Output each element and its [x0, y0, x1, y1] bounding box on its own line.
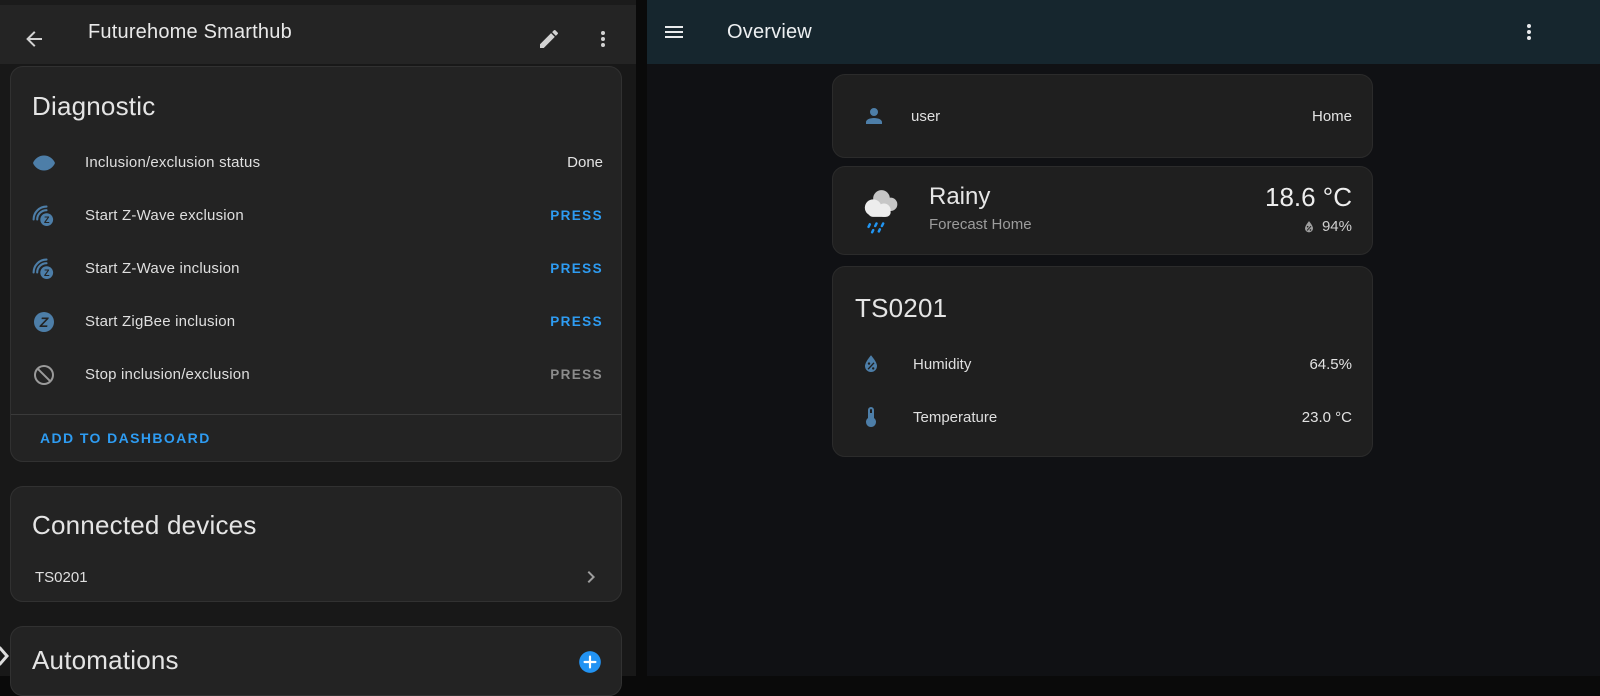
card-title: Connected devices: [32, 510, 257, 541]
entity-label: Start Z-Wave inclusion: [85, 260, 550, 277]
weather-subtitle: Forecast Home: [929, 216, 1032, 233]
sensor-value: 23.0 °C: [1302, 409, 1352, 426]
press-button[interactable]: PRESS: [550, 314, 603, 329]
device-detail-panel: Futurehome Smarthub Diagnostic Inclusion…: [0, 0, 636, 676]
menu-icon[interactable]: [662, 20, 686, 44]
svg-text:Z: Z: [44, 267, 50, 277]
cancel-icon: [32, 363, 56, 387]
sensor-value: 64.5%: [1309, 356, 1352, 373]
user-card: user Home: [832, 74, 1373, 158]
card-title: Automations: [32, 645, 179, 676]
entity-row-inclusion-status[interactable]: Inclusion/exclusion status Done: [11, 136, 621, 189]
humidity-value: 94%: [1322, 218, 1352, 235]
svg-text:Z: Z: [39, 314, 49, 330]
back-arrow-icon[interactable]: [22, 27, 46, 51]
entity-row-zwave-inclusion[interactable]: Z Start Z-Wave inclusion PRESS: [11, 242, 621, 295]
sensor-label: Temperature: [913, 409, 1302, 426]
thermometer-icon: [859, 405, 883, 429]
zwave-icon: Z: [32, 204, 56, 228]
plus-circle-icon[interactable]: [577, 649, 603, 675]
weather-condition: Rainy: [929, 183, 990, 211]
card-title: Diagnostic: [32, 91, 155, 122]
left-app-bar: Futurehome Smarthub: [0, 5, 636, 64]
sensor-label: Humidity: [913, 356, 1309, 373]
entity-row-zigbee-inclusion[interactable]: Z Start ZigBee inclusion PRESS: [11, 295, 621, 348]
user-name: user: [911, 108, 1312, 125]
weather-rainy-icon: [854, 184, 904, 238]
entity-label: Stop inclusion/exclusion: [85, 366, 550, 383]
diagnostic-card: Diagnostic Inclusion/exclusion status Do…: [10, 66, 622, 462]
weather-temperature: 18.6 °C: [1265, 182, 1352, 213]
humidity-icon: [859, 352, 883, 376]
eye-icon: [32, 151, 56, 175]
add-to-dashboard-button[interactable]: ADD TO DASHBOARD: [40, 430, 211, 446]
page-title: Futurehome Smarthub: [88, 21, 292, 44]
chevron-right-icon: [579, 565, 603, 589]
panel-divider: [636, 0, 647, 676]
overview-panel: Overview user Home: [647, 0, 1600, 676]
card-title: TS0201: [855, 293, 947, 324]
svg-text:Z: Z: [44, 214, 50, 224]
connected-devices-card: Connected devices TS0201: [10, 486, 622, 602]
card-divider: [11, 414, 621, 415]
press-button[interactable]: PRESS: [550, 208, 603, 223]
press-button[interactable]: PRESS: [550, 261, 603, 276]
entity-state: Done: [567, 154, 603, 171]
weather-card[interactable]: Rainy Forecast Home 18.6 °C 94%: [832, 166, 1373, 255]
zigbee-icon: Z: [32, 310, 56, 334]
automations-card: Automations: [10, 626, 622, 696]
right-app-bar: Overview: [647, 0, 1600, 64]
device-name: TS0201: [35, 569, 579, 586]
dots-vertical-icon[interactable]: [591, 27, 615, 51]
weather-humidity: 94%: [1301, 218, 1352, 235]
sensor-row-humidity[interactable]: Humidity 64.5%: [833, 342, 1372, 386]
entity-row-stop-inclusion[interactable]: Stop inclusion/exclusion PRESS: [11, 348, 621, 401]
dots-vertical-icon[interactable]: [1517, 20, 1541, 44]
entity-label: Start Z-Wave exclusion: [85, 207, 550, 224]
screen-edge-artifact: [0, 646, 10, 666]
device-list-item[interactable]: TS0201: [11, 555, 621, 599]
water-percent-icon: [1301, 219, 1317, 235]
entity-label: Inclusion/exclusion status: [85, 154, 567, 171]
pencil-icon[interactable]: [537, 27, 561, 51]
sensor-row-temperature[interactable]: Temperature 23.0 °C: [833, 395, 1372, 439]
press-button-disabled: PRESS: [550, 367, 603, 382]
user-entity-row[interactable]: user Home: [833, 75, 1372, 157]
dashboard-title: Overview: [727, 21, 812, 44]
sensor-device-card: TS0201 Humidity 64.5% Temperature 23.0 °…: [832, 266, 1373, 457]
account-icon: [862, 104, 886, 128]
entity-label: Start ZigBee inclusion: [85, 313, 550, 330]
entity-row-zwave-exclusion[interactable]: Z Start Z-Wave exclusion PRESS: [11, 189, 621, 242]
zwave-icon: Z: [32, 257, 56, 281]
user-location: Home: [1312, 108, 1352, 125]
